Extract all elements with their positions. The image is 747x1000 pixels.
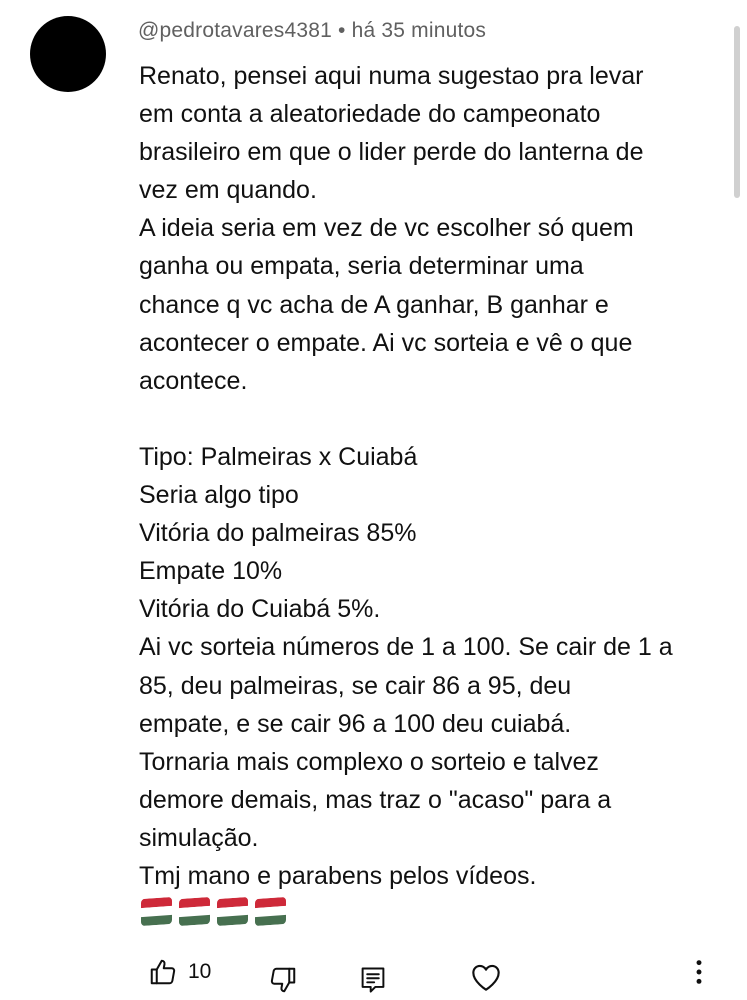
flag-emojis <box>141 896 286 927</box>
avatar[interactable] <box>30 16 106 92</box>
hungary-flag <box>179 896 210 927</box>
comment-time: há 35 minutos <box>351 19 487 42</box>
reply-icon[interactable] <box>359 965 387 995</box>
separator-dot: • <box>338 19 346 42</box>
thumbs-up-icon[interactable] <box>148 957 178 987</box>
thumbs-down-icon[interactable] <box>268 965 298 995</box>
hungary-flag <box>217 896 248 927</box>
more-vertical-icon[interactable] <box>690 958 708 986</box>
hungary-flag <box>141 896 172 927</box>
scrollbar[interactable] <box>734 26 740 198</box>
heart-icon[interactable] <box>470 962 502 992</box>
like-count: 10 <box>188 960 212 983</box>
comment-header: @pedrotavares4381 • há 35 minutos <box>138 17 486 45</box>
author-name[interactable]: @pedrotavares4381 <box>138 19 332 42</box>
comment-text: Renato, pensei aqui numa sugestao pra le… <box>139 62 673 890</box>
hungary-flag <box>255 896 286 927</box>
